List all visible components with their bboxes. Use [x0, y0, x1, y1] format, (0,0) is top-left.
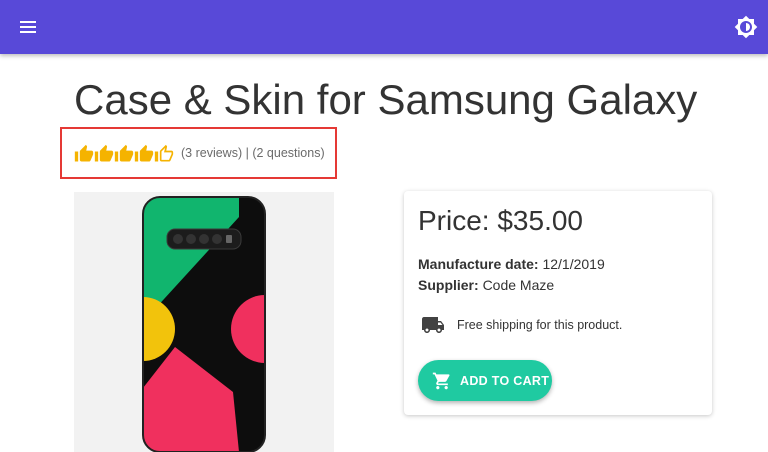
thumbs-up-icon[interactable]	[114, 144, 134, 164]
cart-icon	[432, 372, 450, 389]
supplier-row: Supplier: Code Maze	[418, 277, 554, 293]
rating-separator: |	[245, 146, 249, 160]
rating-thumbs	[74, 144, 174, 164]
truck-icon	[422, 317, 444, 333]
product-image	[74, 192, 334, 452]
manufacture-date-row: Manufacture date: 12/1/2019	[418, 256, 605, 272]
add-to-cart-button[interactable]: ADD TO CART	[418, 360, 552, 401]
theme-toggle-button[interactable]	[734, 15, 758, 39]
supplier-value: Code Maze	[482, 277, 555, 293]
phone-case-image	[142, 196, 266, 452]
price-label: Price: $35.00	[418, 205, 583, 236]
menu-icon	[20, 21, 36, 33]
thumbs-up-outline-icon[interactable]	[154, 144, 174, 164]
brightness-icon	[734, 15, 758, 39]
thumbs-up-icon[interactable]	[74, 144, 94, 164]
rating-summary: (3 reviews) | (2 questions)	[181, 146, 325, 160]
shipping-info: Free shipping for this product.	[418, 313, 622, 337]
product-title: Case & Skin for Samsung Galaxy	[74, 76, 698, 123]
manufacture-date-value: 12/1/2019	[542, 256, 605, 272]
questions-link[interactable]: (2 questions)	[252, 146, 324, 160]
thumbs-up-icon[interactable]	[134, 144, 154, 164]
menu-button[interactable]	[16, 15, 40, 39]
reviews-link[interactable]: (3 reviews)	[181, 146, 242, 160]
manufacture-date-label: Manufacture date:	[418, 256, 539, 272]
product-details-card: Price: $35.00 Manufacture date: 12/1/201…	[404, 191, 712, 415]
thumbs-up-icon[interactable]	[94, 144, 114, 164]
add-to-cart-label: ADD TO CART	[460, 373, 550, 388]
supplier-label: Supplier:	[418, 277, 479, 293]
shipping-text: Free shipping for this product.	[457, 318, 623, 332]
app-bar	[0, 0, 768, 54]
